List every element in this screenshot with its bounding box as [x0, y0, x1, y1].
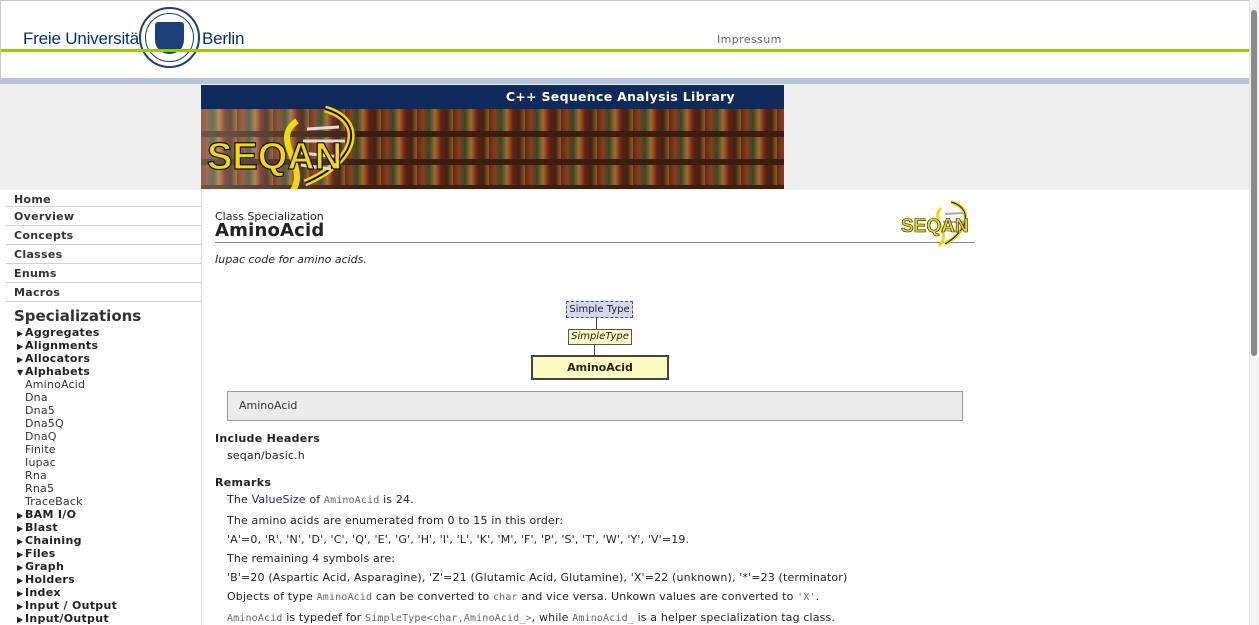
nav-category-files[interactable]: ▶ Files [6, 547, 201, 560]
impressum-link[interactable]: Impressum [717, 33, 782, 46]
nav-category-aggregates[interactable]: ▶ Aggregates [6, 326, 201, 339]
seqan-small-logo-text: SEQAN [901, 216, 969, 237]
university-name-right: Berlin [202, 29, 245, 48]
expand-triangle-icon: ▶ [17, 615, 24, 624]
nav-item-iupac[interactable]: Iupac [6, 456, 201, 469]
diagram-parent-simpletype[interactable]: SimpleType [568, 329, 632, 345]
nav-overview[interactable]: Overview [6, 207, 201, 226]
diagram-connector [594, 345, 595, 355]
nav-macros[interactable]: Macros [6, 283, 201, 302]
university-header: Freie Universität Berlin Impressum [0, 0, 1250, 79]
nav-enums[interactable]: Enums [6, 264, 201, 283]
nav-category-blast[interactable]: ▶ Blast [6, 521, 201, 534]
nav-category-input-output[interactable]: ▶ Input/Output [6, 612, 201, 625]
remark-typedef: AminoAcid is typedef for SimpleType<char… [227, 611, 836, 624]
remark-enumeration: The amino acids are enumerated from 0 to… [227, 514, 564, 527]
nav-category-alphabets[interactable]: ▼ Alphabets [6, 365, 201, 378]
nav-classes[interactable]: Classes [6, 245, 201, 264]
nav-concepts[interactable]: Concepts [6, 226, 201, 245]
sidebar-navigation: Home Overview Concepts Classes Enums Mac… [6, 190, 201, 625]
nav-item-rna[interactable]: Rna [6, 469, 201, 482]
nav-item-dna5[interactable]: Dna5 [6, 404, 201, 417]
nav-item-dna[interactable]: Dna [6, 391, 201, 404]
diagram-concept-simple-type[interactable]: Simple Type [566, 301, 633, 318]
main-content: Class Specialization AminoAcid SEQAN Iup… [201, 190, 1249, 625]
nav-item-traceback[interactable]: TraceBack [6, 495, 201, 508]
scrollbar-thumb[interactable] [1251, 10, 1257, 356]
nav-item-dna5q[interactable]: Dna5Q [6, 417, 201, 430]
title-divider [215, 242, 975, 243]
remark-enumeration-list: 'A'=0, 'R', 'N', 'D', 'C', 'Q', 'E', 'G'… [227, 533, 690, 546]
nav-category-bam-io[interactable]: ▶ BAM I/O [6, 508, 201, 521]
header-green-line [1, 49, 1250, 52]
include-headers-heading: Include Headers [215, 432, 321, 445]
seqan-banner[interactable]: C++ Sequence Analysis Library SEQAN [201, 85, 784, 189]
university-name-left: Freie Universität [23, 29, 144, 48]
diagram-connector [596, 318, 597, 329]
nav-category-input-output-spaced[interactable]: ▶ Input / Output [6, 599, 201, 612]
seqan-logo-icon: SEQAN [207, 105, 355, 189]
nav-category-index[interactable]: ▶ Index [6, 586, 201, 599]
nav-item-rna5[interactable]: Rna5 [6, 482, 201, 495]
short-description: Iupac code for amino acids. [215, 253, 367, 266]
include-header-value: seqan/basic.h [227, 449, 305, 462]
nav-home[interactable]: Home [6, 190, 201, 207]
signature-box: AminoAcid [227, 391, 963, 421]
specializations-heading: Specializations [14, 307, 142, 325]
nav-item-dnaq[interactable]: DnaQ [6, 430, 201, 443]
remark-remaining-list: 'B'=20 (Aspartic Acid, Asparagine), 'Z'=… [227, 571, 848, 584]
seqan-logo-text: SEQAN [207, 136, 342, 178]
collapse-triangle-icon: ▼ [17, 368, 24, 377]
banner-tagline: C++ Sequence Analysis Library [505, 89, 735, 104]
remark-remaining: The remaining 4 symbols are: [227, 552, 396, 565]
remark-conversion: Objects of type AminoAcid can be convert… [227, 590, 820, 603]
valuesize-link[interactable]: ValueSize [252, 493, 306, 506]
nav-item-aminoacid[interactable]: AminoAcid [6, 378, 201, 391]
nav-category-holders[interactable]: ▶ Holders [6, 573, 201, 586]
university-seal-icon[interactable] [139, 7, 200, 68]
nav-category-alignments[interactable]: ▶ Alignments [6, 339, 201, 352]
page-title: AminoAcid [215, 220, 325, 241]
remark-valuesize: The ValueSize of AminoAcid is 24. [227, 493, 414, 506]
nav-category-allocators[interactable]: ▶ Allocators [6, 352, 201, 365]
nav-item-finite[interactable]: Finite [6, 443, 201, 456]
seqan-small-logo-icon: SEQAN [901, 200, 969, 248]
nav-category-graph[interactable]: ▶ Graph [6, 560, 201, 573]
nav-category-chaining[interactable]: ▶ Chaining [6, 534, 201, 547]
diagram-current-aminoacid: AminoAcid [531, 355, 669, 380]
remarks-heading: Remarks [215, 476, 272, 489]
